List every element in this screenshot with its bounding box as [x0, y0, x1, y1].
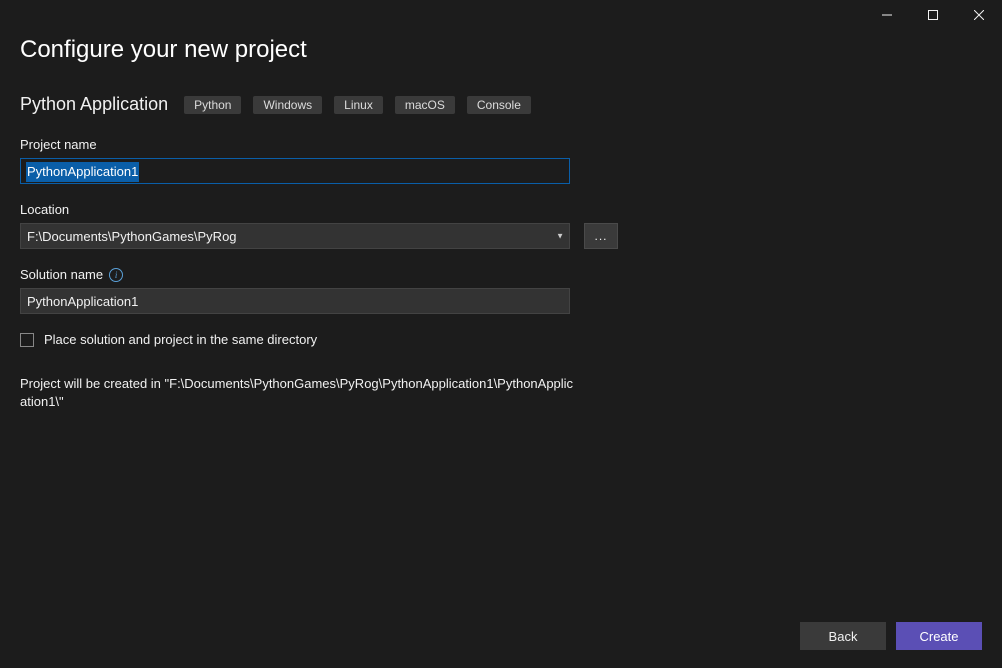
tag-linux: Linux: [334, 96, 383, 114]
minimize-icon: [882, 10, 892, 20]
tag-windows: Windows: [253, 96, 322, 114]
solution-name-group: Solution name i: [20, 267, 982, 314]
tag-console: Console: [467, 96, 531, 114]
maximize-button[interactable]: [910, 0, 956, 30]
location-input[interactable]: [20, 223, 570, 249]
same-directory-label: Place solution and project in the same d…: [44, 332, 317, 347]
project-name-label: Project name: [20, 137, 982, 152]
tag-python: Python: [184, 96, 241, 114]
footer: Back Create: [800, 622, 982, 650]
maximize-icon: [928, 10, 938, 20]
titlebar: [0, 0, 1002, 30]
project-name-selected-text: PythonApplication1: [26, 162, 139, 182]
solution-name-input[interactable]: [20, 288, 570, 314]
project-name-group: Project name PythonApplication1: [20, 137, 982, 184]
browse-button[interactable]: ...: [584, 223, 618, 249]
solution-name-label: Solution name i: [20, 267, 982, 282]
same-directory-row: Place solution and project in the same d…: [20, 332, 982, 347]
page-title: Configure your new project: [20, 36, 982, 64]
location-label: Location: [20, 202, 982, 217]
path-preview: Project will be created in "F:\Documents…: [20, 375, 580, 411]
template-row: Python Application Python Windows Linux …: [20, 94, 982, 115]
tag-macos: macOS: [395, 96, 455, 114]
create-button[interactable]: Create: [896, 622, 982, 650]
info-icon[interactable]: i: [109, 268, 123, 282]
location-combo[interactable]: ▼: [20, 223, 570, 249]
minimize-button[interactable]: [864, 0, 910, 30]
location-group: Location ▼ ...: [20, 202, 982, 249]
close-button[interactable]: [956, 0, 1002, 30]
back-button[interactable]: Back: [800, 622, 886, 650]
template-name: Python Application: [20, 94, 168, 115]
solution-name-label-text: Solution name: [20, 267, 103, 282]
project-name-input[interactable]: PythonApplication1: [20, 158, 570, 184]
close-icon: [974, 10, 984, 20]
same-directory-checkbox[interactable]: [20, 333, 34, 347]
